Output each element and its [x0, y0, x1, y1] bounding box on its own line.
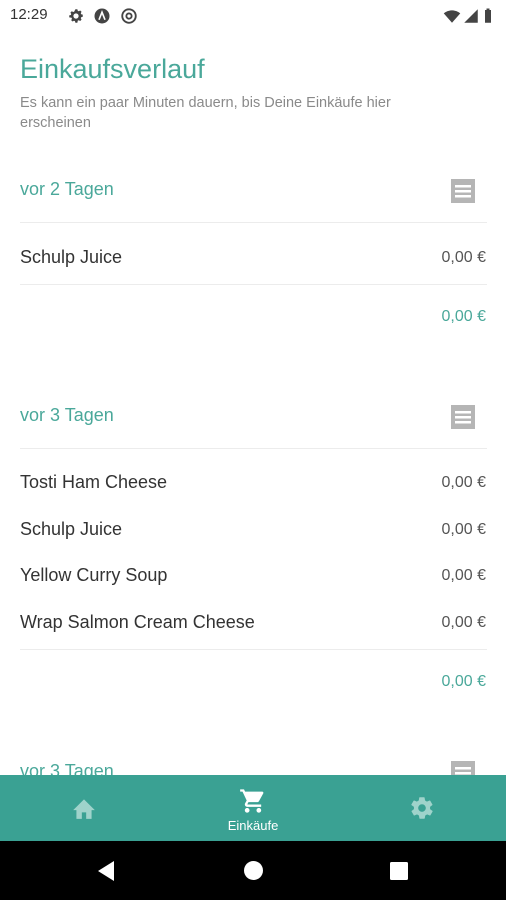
system-navigation-bar: [0, 841, 506, 900]
app-a-notification-icon: [94, 8, 110, 24]
nav-purchases[interactable]: Einkäufe: [169, 775, 337, 841]
back-icon[interactable]: [96, 860, 116, 882]
group-total: 0,00 €: [441, 308, 486, 325]
divider: [20, 649, 487, 650]
group-date: vor 3 Tagen: [20, 405, 114, 425]
status-bar: 12:29: [0, 0, 506, 32]
item-name: Wrap Salmon Cream Cheese: [20, 612, 255, 632]
receipt-icon[interactable]: [450, 404, 476, 430]
cart-icon: [240, 789, 264, 813]
item-price: 0,00 €: [441, 249, 486, 266]
group-total: 0,00 €: [441, 673, 486, 690]
settings-notification-icon: [69, 9, 83, 23]
item-name: Schulp Juice: [20, 247, 123, 267]
status-time: 12:29: [10, 6, 48, 23]
at-notification-icon: [121, 8, 137, 24]
battery-icon: [485, 8, 491, 23]
item-price: 0,00 €: [441, 567, 486, 584]
item-name: Tosti Ham Cheese: [20, 472, 168, 492]
gear-icon: [411, 797, 433, 819]
item-name: Yellow Curry Soup: [20, 565, 168, 585]
page-title: Einkaufsverlauf: [20, 54, 205, 84]
nav-settings[interactable]: [338, 775, 506, 841]
signal-icon: [464, 9, 478, 23]
nav-home[interactable]: [0, 775, 168, 841]
group-date: vor 3 Tagen: [20, 761, 114, 775]
receipt-icon[interactable]: [450, 178, 476, 204]
item-price: 0,00 €: [441, 614, 486, 631]
page-subtitle: Es kann ein paar Minuten dauern, bis Dei…: [20, 95, 391, 131]
item-price: 0,00 €: [441, 521, 486, 538]
bottom-navigation: Einkäufe: [0, 775, 506, 841]
divider: [20, 222, 487, 223]
nav-purchases-label: Einkäufe: [227, 818, 279, 833]
receipt-icon[interactable]: [450, 760, 476, 775]
recents-icon[interactable]: [390, 862, 408, 880]
item-name: Schulp Juice: [20, 519, 123, 539]
home-icon: [73, 799, 95, 819]
divider: [20, 448, 487, 449]
group-date: vor 2 Tagen: [20, 179, 114, 199]
purchase-history[interactable]: Einkaufsverlauf Es kann ein paar Minuten…: [0, 32, 506, 775]
divider: [20, 284, 487, 285]
wifi-icon: [443, 10, 461, 23]
item-price: 0,00 €: [441, 474, 486, 491]
home-circle-icon[interactable]: [243, 860, 264, 881]
